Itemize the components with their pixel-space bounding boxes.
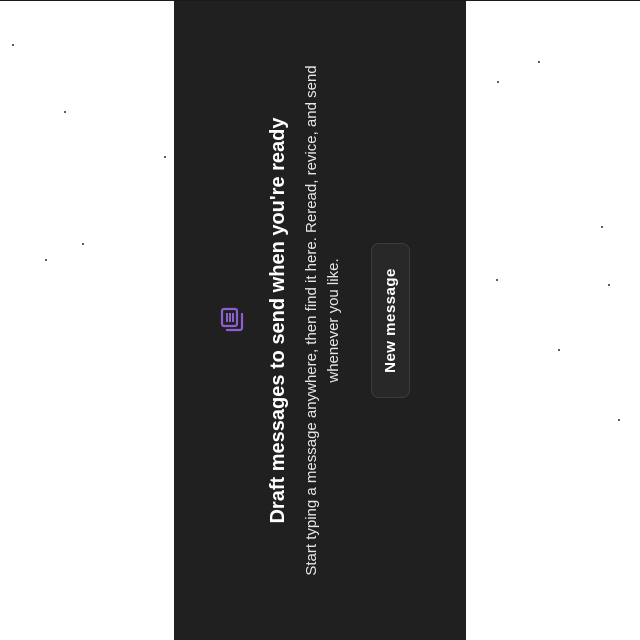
left-blank-margin [0, 1, 174, 640]
drafts-stack-icon [220, 307, 244, 332]
drafts-empty-state: Draft messages to send when you're ready… [174, 1, 466, 640]
new-message-button[interactable]: New message [371, 243, 410, 398]
dust-speck [538, 61, 540, 63]
dust-speck [608, 284, 610, 286]
dust-speck [64, 111, 66, 113]
dust-speck [558, 349, 560, 351]
dust-speck [82, 243, 84, 245]
empty-state-description: Start typing a message anywhere, then fi… [303, 65, 342, 576]
empty-state-title: Draft messages to send when you're ready [267, 117, 289, 524]
dust-speck [618, 419, 620, 421]
app-screen: Draft messages to send when you're ready… [174, 1, 466, 640]
right-blank-margin [466, 1, 640, 640]
screenshot-canvas: Draft messages to send when you're ready… [0, 0, 640, 640]
dust-speck [497, 81, 499, 83]
rotated-drafts-view: Draft messages to send when you're ready… [174, 1, 466, 640]
dust-speck [164, 156, 166, 158]
dust-speck [45, 259, 47, 261]
dust-speck [601, 226, 603, 228]
dust-speck [12, 44, 14, 46]
dust-speck [496, 279, 498, 281]
